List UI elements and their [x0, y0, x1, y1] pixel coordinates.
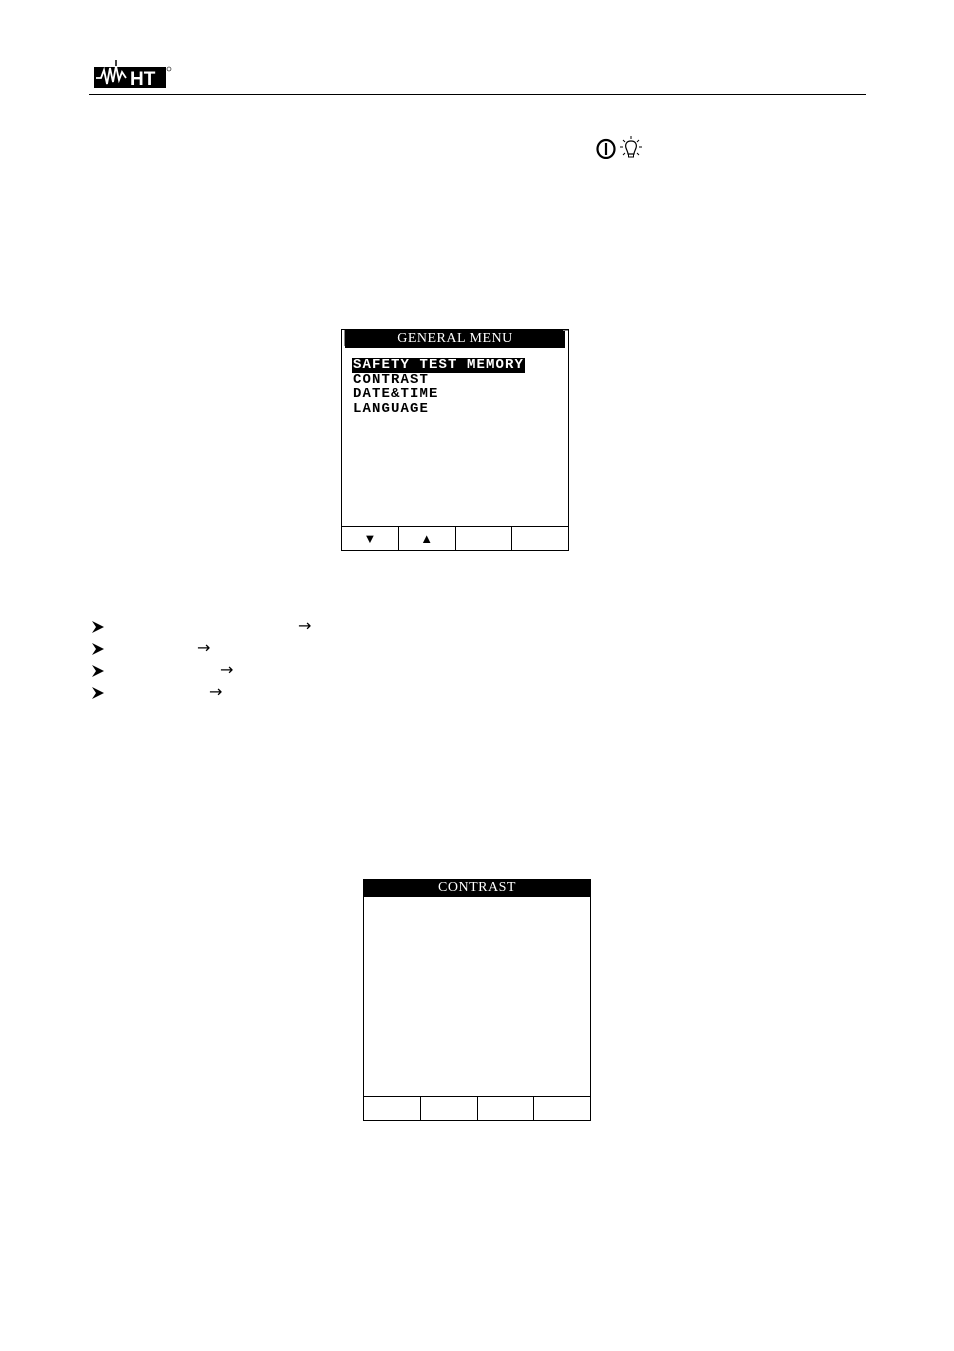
registered-mark-icon: [166, 66, 172, 72]
right-arrow-icon: →: [220, 660, 234, 679]
corner-notch: [563, 330, 568, 331]
softkey-down[interactable]: ▼: [341, 527, 398, 551]
right-arrow-icon: →: [298, 616, 312, 635]
arrowhead-bullet-icon: [92, 643, 104, 655]
contrast-screen: CONTRAST: [363, 879, 591, 1121]
ht-logo: HT: [94, 60, 172, 88]
softkey-bar: [363, 1096, 591, 1121]
softkey-4[interactable]: [511, 527, 569, 551]
menu-item-date-time[interactable]: DATE&TIME: [352, 387, 440, 402]
screen-title: CONTRAST: [363, 879, 591, 897]
right-arrow-icon: →: [197, 638, 211, 657]
menu-item-contrast[interactable]: CONTRAST: [352, 372, 430, 388]
general-menu-screen: GENERAL MENU SAFETY TEST MEMORY CONTRAST…: [341, 329, 569, 551]
softkey-3[interactable]: [476, 1097, 534, 1121]
screen-body: [364, 897, 590, 1096]
key-icons: [595, 135, 642, 161]
light-bulb-icon: [620, 136, 642, 158]
logo-text: HT: [130, 69, 156, 88]
softkey-4[interactable]: [533, 1097, 591, 1121]
header-divider: [89, 94, 866, 95]
menu-item-language[interactable]: LANGUAGE: [352, 402, 430, 417]
right-arrow-icon: →: [209, 682, 223, 701]
arrowhead-bullet-icon: [92, 665, 104, 677]
softkey-up[interactable]: ▲: [397, 527, 455, 551]
triangle-up-icon: ▲: [420, 531, 434, 546]
menu-list: SAFETY TEST MEMORY CONTRAST DATE&TIME LA…: [352, 358, 526, 417]
softkey-2[interactable]: [419, 1097, 477, 1121]
screen-body: SAFETY TEST MEMORY CONTRAST DATE&TIME LA…: [342, 348, 568, 526]
softkey-bar: ▼ ▲: [341, 526, 569, 551]
menu-item-safety-test-memory[interactable]: SAFETY TEST MEMORY: [352, 358, 526, 373]
arrowhead-bullet-icon: [92, 687, 104, 699]
softkey-3[interactable]: [454, 527, 512, 551]
triangle-down-icon: ▼: [363, 531, 377, 546]
arrowhead-bullet-icon: [92, 621, 104, 633]
softkey-1[interactable]: [363, 1097, 420, 1121]
screen-title: GENERAL MENU: [345, 330, 565, 348]
power-icon: [596, 138, 616, 159]
